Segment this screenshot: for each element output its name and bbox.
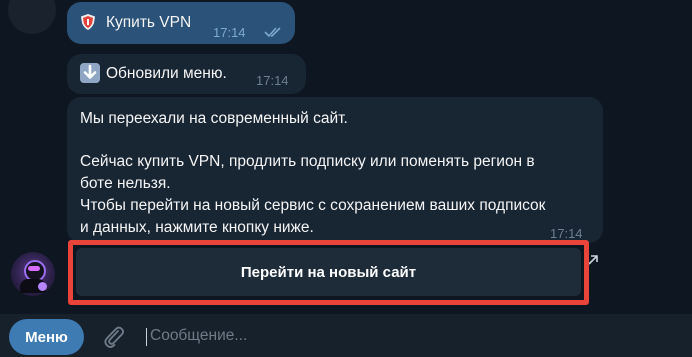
message-line: боте нельзя. bbox=[80, 175, 171, 192]
chat-area: Купить VPN 17:14 Обновили меню. 17:14 Мы… bbox=[0, 0, 692, 314]
incoming-message-menu-update[interactable]: Обновили меню. 17:14 bbox=[67, 54, 306, 94]
avatar-visor bbox=[28, 266, 40, 271]
button-label: Перейти на новый сайт bbox=[240, 263, 417, 281]
go-to-new-site-button[interactable]: Перейти на новый сайт bbox=[76, 248, 581, 296]
message-time: 17:14 bbox=[213, 25, 246, 40]
user-avatar[interactable] bbox=[8, 0, 56, 34]
message-time: 17:14 bbox=[550, 226, 583, 241]
message-line: Чтобы перейти на новый сервис с сохранен… bbox=[80, 197, 546, 214]
message-text: Купить VPN bbox=[106, 14, 192, 31]
menu-button-label: Меню bbox=[25, 328, 68, 346]
external-link-arrow-icon bbox=[588, 255, 598, 265]
bot-avatar[interactable] bbox=[11, 252, 55, 296]
message-text: Обновили меню. bbox=[106, 65, 227, 82]
down-arrow-emoji-icon bbox=[80, 63, 100, 83]
avatar-badge bbox=[38, 282, 47, 291]
message-line: Сейчас купить VPN, продлить подписку или… bbox=[80, 153, 535, 170]
shield-emoji-icon bbox=[81, 14, 95, 30]
message-input[interactable] bbox=[150, 322, 670, 350]
message-time: 17:14 bbox=[256, 73, 289, 88]
message-line: и данных, нажмите кнопку ниже. bbox=[80, 219, 314, 236]
double-check-icon bbox=[264, 27, 281, 38]
menu-button[interactable]: Меню bbox=[9, 319, 84, 355]
text-caret bbox=[146, 328, 147, 346]
outgoing-message[interactable]: Купить VPN 17:14 bbox=[67, 2, 295, 44]
paperclip-icon[interactable] bbox=[101, 324, 127, 350]
message-line: Мы переехали на современный сайт. bbox=[80, 110, 348, 127]
message-composer: Меню bbox=[0, 314, 692, 357]
incoming-message-notice[interactable]: Мы переехали на современный сайт. Сейчас… bbox=[67, 97, 603, 243]
